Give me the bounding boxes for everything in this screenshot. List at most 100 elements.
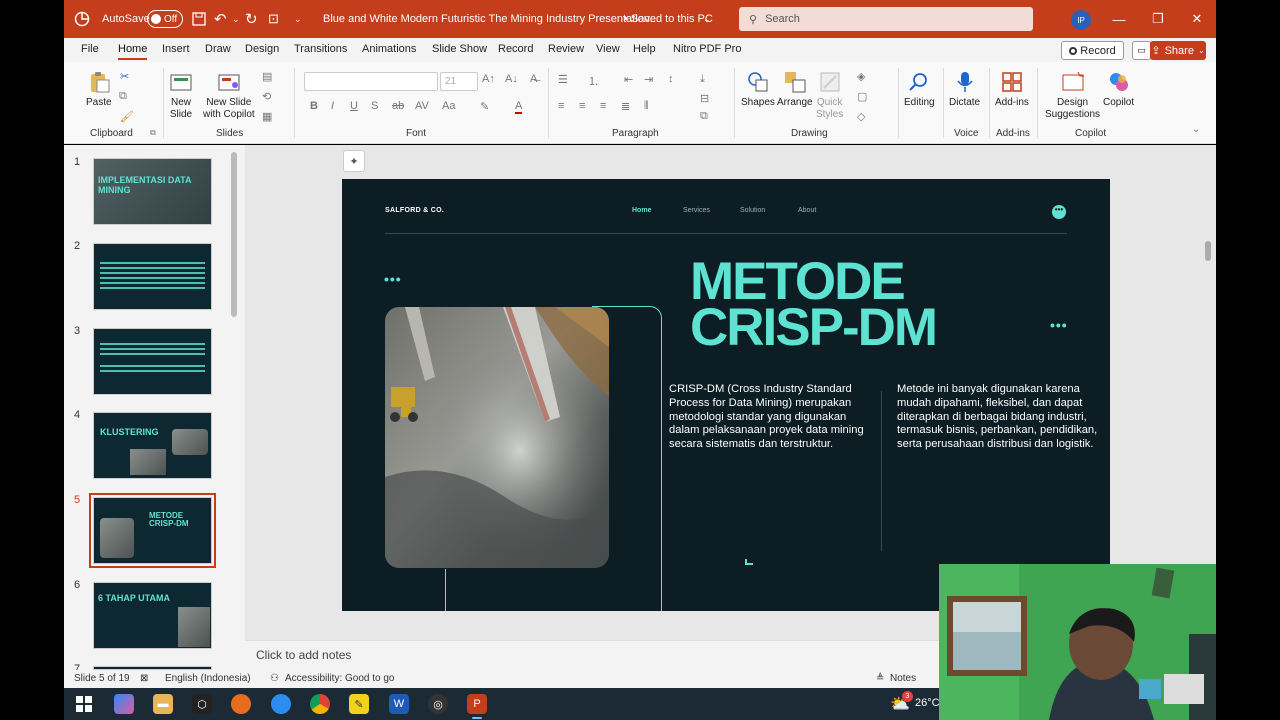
decrease-indent-icon[interactable]: ⇤ bbox=[624, 73, 633, 86]
copy-icon[interactable]: ⧉ bbox=[119, 90, 127, 103]
thumbnails-scrollbar[interactable] bbox=[231, 152, 237, 317]
slide-thumbnail-6[interactable]: 6 TAHAP UTAMA bbox=[93, 582, 212, 649]
bold-icon[interactable]: B bbox=[310, 100, 318, 112]
tab-review[interactable]: Review bbox=[548, 43, 584, 55]
cut-icon[interactable]: ✂ bbox=[120, 70, 129, 83]
collapse-ribbon-icon[interactable]: ⌄ bbox=[1192, 124, 1200, 135]
user-avatar[interactable]: IP bbox=[1071, 10, 1091, 30]
terminal-icon[interactable]: ⬡ bbox=[192, 694, 212, 714]
align-left-icon[interactable]: ≡ bbox=[558, 100, 564, 112]
search-box[interactable]: ⚲ Search bbox=[739, 7, 1033, 31]
slide-thumbnail-1[interactable]: IMPLEMENTASI DATA MINING bbox=[93, 158, 212, 225]
canvas-scrollbar[interactable] bbox=[1205, 241, 1211, 261]
language-indicator[interactable]: English (Indonesia) bbox=[165, 673, 251, 684]
tab-help[interactable]: Help bbox=[633, 43, 656, 55]
word-icon[interactable]: W bbox=[389, 694, 409, 714]
spelling-check-icon[interactable]: ⊠ bbox=[140, 673, 148, 684]
reset-icon[interactable]: ⟲ bbox=[262, 90, 271, 103]
shape-effects-icon[interactable]: ◇ bbox=[857, 110, 865, 123]
text-direction-icon[interactable]: ⤓ bbox=[700, 73, 705, 86]
tab-design[interactable]: Design bbox=[245, 43, 279, 55]
clipboard-launcher-icon[interactable]: ⧉ bbox=[150, 128, 156, 138]
new-slide-button[interactable]: New Slide bbox=[169, 70, 193, 121]
clear-formatting-icon[interactable]: A̶ bbox=[530, 73, 537, 85]
slide-thumbnail-4[interactable]: KLUSTERING bbox=[93, 412, 212, 479]
notes-toggle-icon[interactable]: ≜ bbox=[876, 673, 884, 684]
new-slide-with-copilot-button[interactable]: New Slide with Copilot bbox=[203, 70, 255, 121]
shape-fill-icon[interactable]: ◈ bbox=[857, 70, 865, 83]
slide-thumbnail-3[interactable] bbox=[93, 328, 212, 395]
align-center-icon[interactable]: ≡ bbox=[579, 100, 585, 112]
firefox-icon[interactable] bbox=[231, 694, 251, 714]
shapes-button[interactable]: Shapes bbox=[741, 70, 775, 109]
font-color-icon[interactable]: A bbox=[515, 100, 523, 114]
tab-draw[interactable]: Draw bbox=[205, 43, 231, 55]
align-text-icon[interactable]: ⊟ bbox=[700, 92, 709, 105]
strikethrough-icon[interactable]: ab bbox=[392, 100, 404, 112]
share-button[interactable]: ⇪ Share ⌄ bbox=[1150, 41, 1206, 60]
accessibility-status[interactable]: Accessibility: Good to go bbox=[285, 673, 395, 684]
smartart-icon[interactable]: ⧉ bbox=[700, 110, 708, 123]
windows-start-icon[interactable] bbox=[74, 694, 94, 714]
powerpoint-taskbar-icon[interactable]: P bbox=[467, 694, 487, 714]
autosave-toggle[interactable]: Off bbox=[147, 0, 183, 38]
italic-icon[interactable]: I bbox=[331, 100, 334, 112]
editing-button[interactable]: Editing bbox=[904, 70, 935, 109]
tab-view[interactable]: View bbox=[596, 43, 620, 55]
minimize-icon[interactable]: — bbox=[1100, 0, 1138, 38]
designer-float-icon[interactable]: ✦ bbox=[343, 150, 365, 172]
slide-thumbnail-5[interactable]: METODE CRISP-DM bbox=[89, 493, 216, 568]
obs-icon[interactable]: ◎ bbox=[428, 694, 448, 714]
save-status[interactable]: • Saved to this PC bbox=[624, 0, 713, 38]
close-icon[interactable]: ✕ bbox=[1178, 0, 1216, 38]
highlight-icon[interactable]: ✎ bbox=[480, 100, 489, 113]
change-case-icon[interactable]: Aa bbox=[442, 100, 455, 112]
undo-icon[interactable]: ↶ bbox=[214, 0, 227, 38]
undo-dropdown-icon[interactable]: ⌄ bbox=[232, 0, 240, 38]
columns-icon[interactable]: ⫴ bbox=[644, 100, 649, 113]
redo-icon[interactable]: ↻ bbox=[245, 0, 258, 38]
copilot-button[interactable]: Copilot bbox=[1103, 70, 1134, 109]
present-icon[interactable]: ⊡ bbox=[268, 0, 279, 38]
paste-button[interactable]: Paste bbox=[86, 70, 112, 109]
tab-transitions[interactable]: Transitions bbox=[294, 43, 347, 55]
section-icon[interactable]: ▦ bbox=[262, 110, 272, 123]
slide-thumbnail-2[interactable] bbox=[93, 243, 212, 310]
sticky-notes-icon[interactable]: ✎ bbox=[349, 694, 369, 714]
shape-outline-icon[interactable]: ▢ bbox=[857, 90, 867, 103]
file-explorer-icon[interactable]: ▬ bbox=[153, 694, 173, 714]
restore-icon[interactable]: ❐ bbox=[1139, 0, 1177, 38]
save-icon[interactable] bbox=[192, 0, 206, 38]
layout-icon[interactable]: ▤ bbox=[262, 70, 272, 83]
tab-insert[interactable]: Insert bbox=[162, 43, 190, 55]
tab-home[interactable]: Home bbox=[118, 43, 148, 60]
dictate-button[interactable]: Dictate bbox=[949, 70, 980, 109]
increase-font-icon[interactable]: A↑ bbox=[482, 73, 495, 85]
notes-toggle-button[interactable]: Notes bbox=[890, 673, 916, 684]
format-painter-icon[interactable]: 🖌 bbox=[120, 110, 134, 123]
tab-nitro-pdf-pro[interactable]: Nitro PDF Pro bbox=[673, 43, 741, 55]
save-status-chevron-icon[interactable]: ⌄ bbox=[703, 0, 711, 38]
tab-file[interactable]: File bbox=[81, 43, 99, 55]
shadow-icon[interactable]: S bbox=[371, 100, 378, 112]
increase-indent-icon[interactable]: ⇥ bbox=[644, 73, 653, 86]
customize-toolbar-icon[interactable]: ⌄ bbox=[294, 0, 302, 38]
copilot-taskbar-icon[interactable] bbox=[114, 694, 134, 714]
numbering-icon[interactable]: ⒈ bbox=[588, 73, 599, 89]
accessibility-icon[interactable]: ⚇ bbox=[270, 673, 279, 684]
font-size-box[interactable]: 21 bbox=[440, 72, 478, 91]
character-spacing-icon[interactable]: AV bbox=[415, 100, 429, 112]
arrange-button[interactable]: Arrange bbox=[777, 70, 813, 109]
add-ins-button[interactable]: Add-ins bbox=[995, 70, 1029, 109]
bullets-icon[interactable]: ☰ bbox=[558, 73, 568, 86]
record-button[interactable]: Record bbox=[1061, 41, 1124, 60]
tab-animations[interactable]: Animations bbox=[362, 43, 416, 55]
browser-icon[interactable] bbox=[271, 694, 291, 714]
designer-button[interactable]: Design Suggestions bbox=[1045, 70, 1100, 121]
current-slide[interactable]: SALFORD & CO. Home Services Solution Abo… bbox=[342, 179, 1110, 611]
quick-styles-button[interactable]: Quick Styles bbox=[816, 70, 843, 121]
tab-record[interactable]: Record bbox=[498, 43, 533, 55]
align-right-icon[interactable]: ≡ bbox=[600, 100, 606, 112]
line-spacing-icon[interactable]: ↕ bbox=[668, 73, 674, 85]
tab-slide-show[interactable]: Slide Show bbox=[432, 43, 487, 55]
